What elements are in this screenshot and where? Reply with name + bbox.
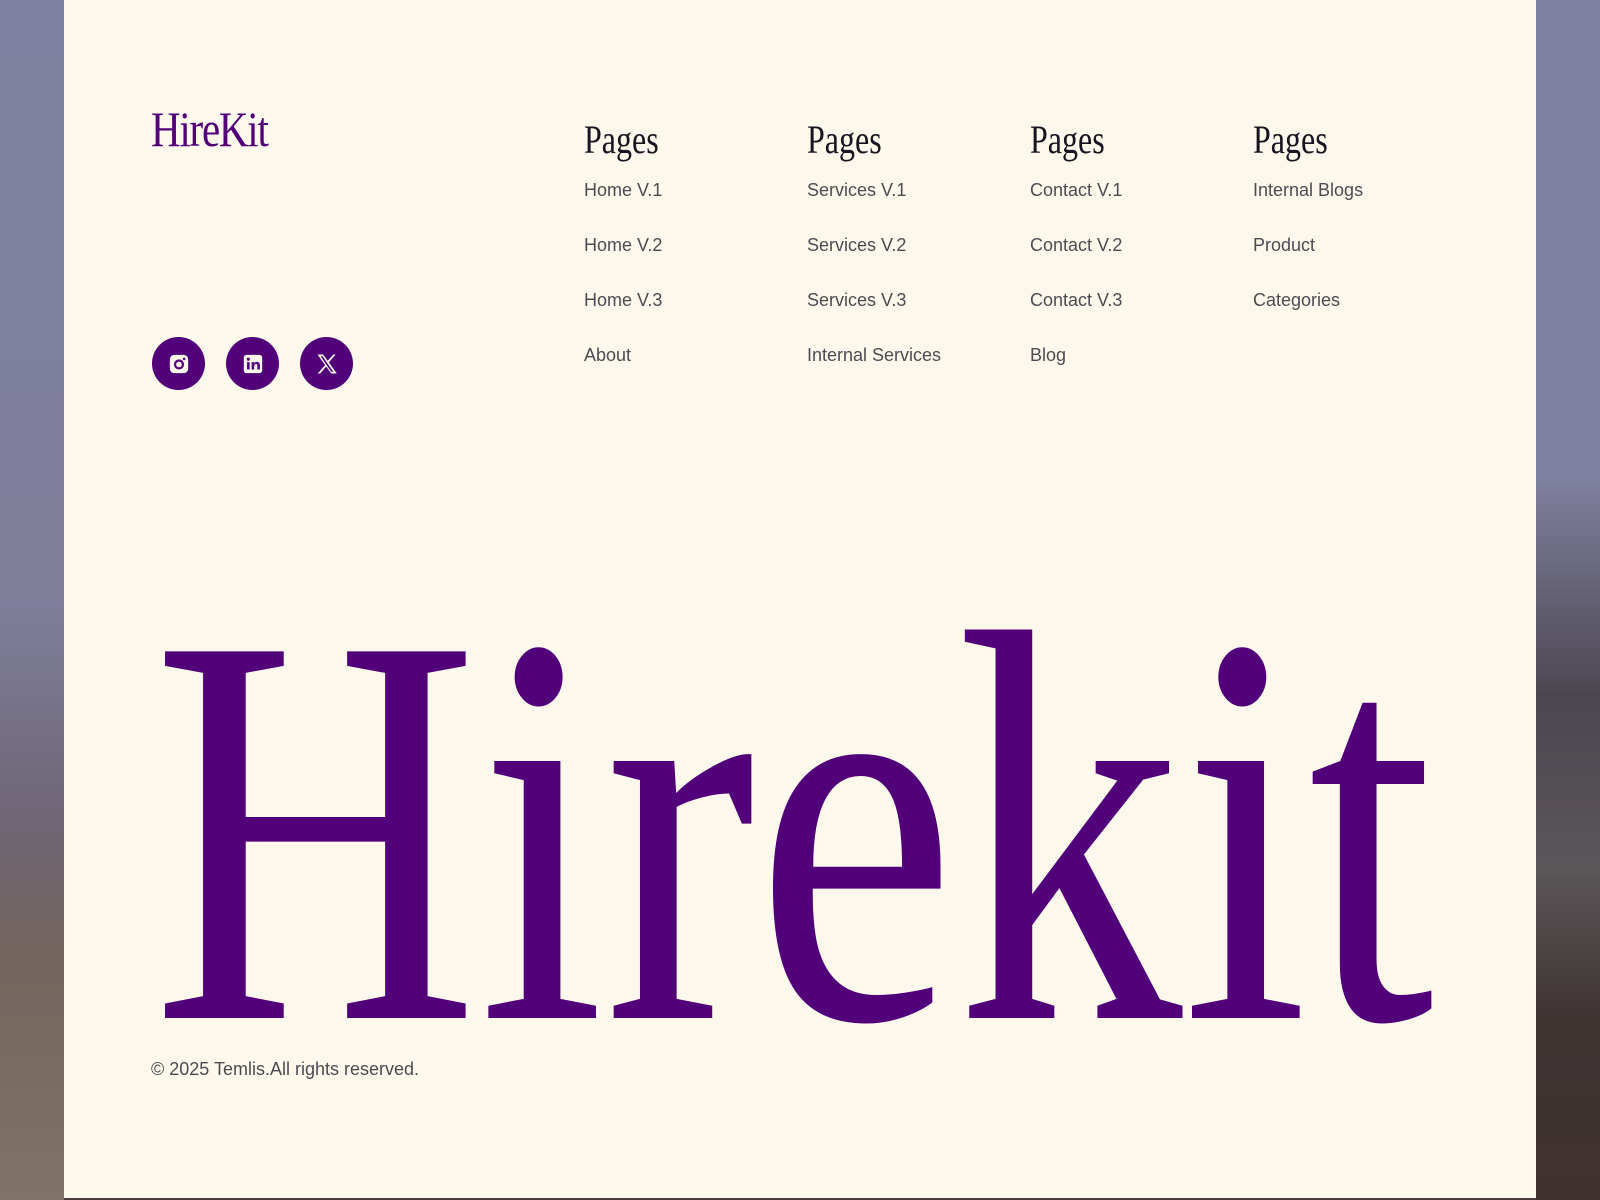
column-heading: Pages (1253, 117, 1328, 162)
link-home-v2[interactable]: Home V.2 (584, 235, 662, 255)
link-internal-services[interactable]: Internal Services (807, 345, 941, 365)
footer-column-4: Pages Internal Blogs Product Categories (1253, 118, 1453, 345)
link-contact-v3[interactable]: Contact V.3 (1030, 290, 1122, 310)
copyright-text: © 2025 Temlis.All rights reserved. (151, 1059, 420, 1079)
link-internal-blogs[interactable]: Internal Blogs (1253, 180, 1363, 200)
link-services-v3[interactable]: Services V.3 (807, 290, 906, 310)
link-about[interactable]: About (584, 345, 631, 365)
background-right (1536, 0, 1600, 1200)
linkedin-icon (243, 354, 262, 373)
x-link[interactable] (300, 337, 353, 390)
link-contact-v2[interactable]: Contact V.2 (1030, 235, 1122, 255)
column-heading: Pages (1030, 117, 1105, 162)
big-wordmark-text: Hirekit (152, 578, 1436, 1038)
link-categories[interactable]: Categories (1253, 290, 1340, 310)
site-footer: HireKit Pages Home V.1 Home V.2 Home V.3… (64, 0, 1536, 1198)
footer-logo[interactable]: HireKit (151, 104, 269, 154)
footer-column-1: Pages Home V.1 Home V.2 Home V.3 About (584, 118, 784, 400)
social-links (152, 337, 353, 390)
instagram-link[interactable] (152, 337, 205, 390)
link-blog[interactable]: Blog (1030, 345, 1066, 365)
linkedin-link[interactable] (226, 337, 279, 390)
column-heading: Pages (807, 117, 882, 162)
link-home-v3[interactable]: Home V.3 (584, 290, 662, 310)
column-heading: Pages (584, 117, 659, 162)
big-wordmark: Hirekit (128, 578, 1458, 1038)
background-left (0, 0, 64, 1200)
link-services-v1[interactable]: Services V.1 (807, 180, 906, 200)
link-product[interactable]: Product (1253, 235, 1315, 255)
instagram-icon (169, 354, 188, 373)
footer-column-3: Pages Contact V.1 Contact V.2 Contact V.… (1030, 118, 1230, 400)
x-twitter-icon (317, 354, 337, 373)
link-services-v2[interactable]: Services V.2 (807, 235, 906, 255)
link-home-v1[interactable]: Home V.1 (584, 180, 662, 200)
link-contact-v1[interactable]: Contact V.1 (1030, 180, 1122, 200)
footer-column-2: Pages Services V.1 Services V.2 Services… (807, 118, 1007, 400)
